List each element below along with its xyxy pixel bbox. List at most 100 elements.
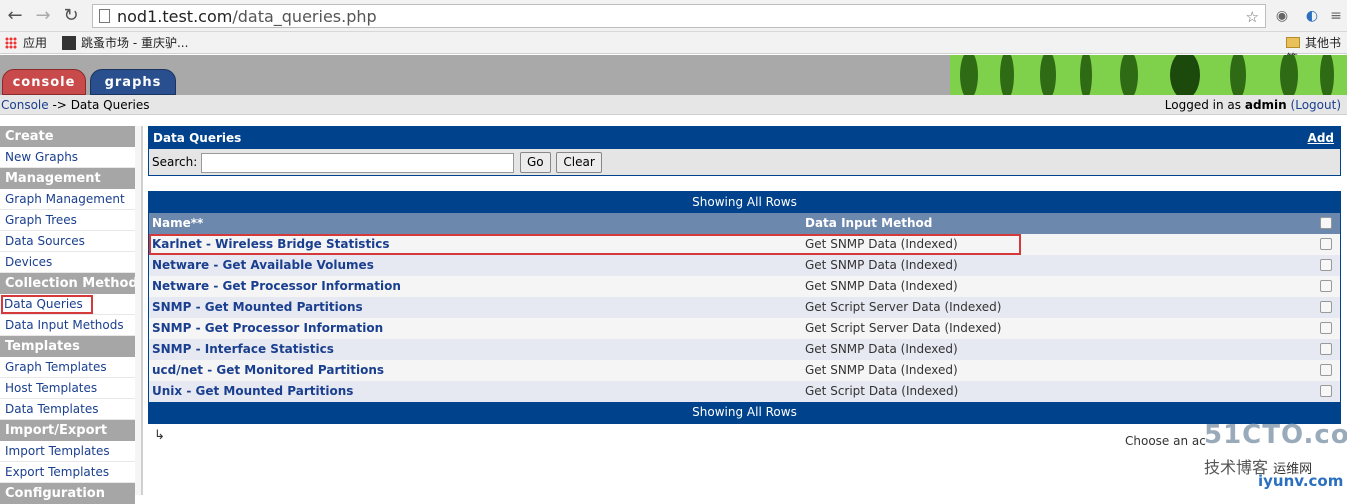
watermark: 51CTO.com 技术博客 运维网 iyunv.com bbox=[1200, 420, 1347, 495]
sidebar-item-data-sources[interactable]: Data Sources bbox=[0, 231, 135, 252]
sidebar-head-create: Create bbox=[0, 126, 135, 147]
sidebar-item-import-templates[interactable]: Import Templates bbox=[0, 441, 135, 462]
return-arrow-icon: ↳ bbox=[154, 428, 165, 443]
bookmark-label: 应用 bbox=[23, 36, 48, 50]
row-checkbox[interactable] bbox=[1320, 301, 1332, 313]
row-checkbox[interactable] bbox=[1320, 280, 1332, 292]
sidebar-head-collection-methods: Collection Methods bbox=[0, 273, 135, 294]
main-content: Data Queries Add Search: Go Clear Showin… bbox=[148, 126, 1341, 424]
sidebar-item-label: Data Queries bbox=[1, 295, 93, 314]
sidebar-head-management: Management bbox=[0, 168, 135, 189]
cactus-banner bbox=[950, 55, 1347, 95]
sidebar-item-graph-management[interactable]: Graph Management bbox=[0, 189, 135, 210]
sidebar-item-data-queries[interactable]: Data Queries bbox=[0, 294, 135, 315]
login-prefix: Logged in as bbox=[1164, 98, 1242, 112]
logout-link[interactable]: (Logout) bbox=[1291, 98, 1341, 112]
url-path: /data_queries.php bbox=[232, 7, 377, 26]
sidebar-item-data-input-methods[interactable]: Data Input Methods bbox=[0, 315, 135, 336]
bookmark-apps[interactable]: 应用 bbox=[5, 35, 47, 51]
watermark-site: iyunv.com bbox=[1258, 472, 1344, 490]
row-name-link[interactable]: SNMP - Interface Statistics bbox=[152, 339, 334, 360]
bookmark-label: 跳蚤市场 - 重庆驴... bbox=[81, 36, 189, 50]
choose-action-label: Choose an ac bbox=[1125, 434, 1206, 448]
add-link[interactable]: Add bbox=[1308, 127, 1334, 149]
extension-icon[interactable]: ◉ bbox=[1272, 6, 1292, 26]
row-checkbox[interactable] bbox=[1320, 259, 1332, 271]
filter-body: Search: Go Clear bbox=[149, 149, 1340, 175]
data-queries-table: Showing All Rows Name** Data Input Metho… bbox=[148, 191, 1341, 424]
sidebar-item-data-templates[interactable]: Data Templates bbox=[0, 399, 135, 420]
url-host: nod1.test.com bbox=[117, 7, 233, 26]
url-text: nod1.test.com/data_queries.php bbox=[117, 7, 377, 27]
login-status: Logged in as admin (Logout) bbox=[1165, 95, 1341, 115]
filter-header: Data Queries Add bbox=[149, 127, 1340, 149]
breadcrumb-console-link[interactable]: Console bbox=[1, 98, 49, 112]
row-name-link[interactable]: Netware - Get Processor Information bbox=[152, 276, 401, 297]
sidebar-head-templates: Templates bbox=[0, 336, 135, 357]
bookmark-item[interactable]: 跳蚤市场 - 重庆驴... bbox=[62, 35, 188, 51]
row-method: Get Script Server Data (Indexed) bbox=[805, 321, 1002, 335]
reload-icon[interactable]: ↻ bbox=[60, 5, 82, 27]
folder-icon bbox=[1286, 37, 1300, 48]
row-name-link[interactable]: Netware - Get Available Volumes bbox=[152, 255, 374, 276]
column-name-header[interactable]: Name** bbox=[152, 213, 203, 234]
row-checkbox[interactable] bbox=[1320, 364, 1332, 376]
go-button[interactable]: Go bbox=[519, 152, 551, 173]
row-checkbox[interactable] bbox=[1320, 238, 1332, 250]
row-name-link[interactable]: SNMP - Get Processor Information bbox=[152, 318, 383, 339]
sidebar-item-graph-templates[interactable]: Graph Templates bbox=[0, 357, 135, 378]
bookmarks-bar: 应用 跳蚤市场 - 重庆驴... 其他书签 bbox=[0, 32, 1347, 66]
search-label: Search: bbox=[152, 155, 198, 169]
sidebar: Create New Graphs Management Graph Manag… bbox=[0, 126, 143, 504]
menu-icon[interactable]: ≡ bbox=[1326, 6, 1346, 26]
sidebar-item-graph-trees[interactable]: Graph Trees bbox=[0, 210, 135, 231]
table-row: Netware - Get Processor Information Get … bbox=[149, 276, 1340, 297]
row-checkbox[interactable] bbox=[1320, 322, 1332, 334]
filter-panel: Data Queries Add Search: Go Clear bbox=[148, 126, 1341, 176]
breadcrumb-bar: Console -> Data Queries Logged in as adm… bbox=[0, 95, 1347, 115]
row-name-link[interactable]: SNMP - Get Mounted Partitions bbox=[152, 297, 363, 318]
table-row: Unix - Get Mounted Partitions Get Script… bbox=[149, 381, 1340, 402]
sidebar-item-host-templates[interactable]: Host Templates bbox=[0, 378, 135, 399]
page-title: Data Queries bbox=[153, 131, 242, 145]
sidebar-head-configuration: Configuration bbox=[0, 483, 135, 504]
watermark-big: 51CTO.com bbox=[1204, 420, 1347, 450]
row-checkbox[interactable] bbox=[1320, 385, 1332, 397]
highlight-box bbox=[149, 234, 1021, 255]
select-all-checkbox[interactable] bbox=[1320, 217, 1332, 229]
tab-graphs[interactable]: graphs bbox=[90, 69, 176, 95]
row-name-link[interactable]: Unix - Get Mounted Partitions bbox=[152, 381, 353, 402]
apps-grid-icon bbox=[5, 37, 17, 49]
row-name-link[interactable]: ucd/net - Get Monitored Partitions bbox=[152, 360, 384, 381]
sidebar-head-import-export: Import/Export bbox=[0, 420, 135, 441]
address-bar[interactable]: nod1.test.com/data_queries.php ☆ bbox=[92, 4, 1266, 28]
bookmark-star-icon[interactable]: ☆ bbox=[1246, 7, 1259, 27]
row-method: Get SNMP Data (Indexed) bbox=[805, 363, 958, 377]
breadcrumb: Console -> Data Queries bbox=[1, 95, 150, 115]
table-row: Netware - Get Available Volumes Get SNMP… bbox=[149, 255, 1340, 276]
column-method-header[interactable]: Data Input Method bbox=[805, 213, 932, 234]
sidebar-item-devices[interactable]: Devices bbox=[0, 252, 135, 273]
sidebar-item-export-templates[interactable]: Export Templates bbox=[0, 462, 135, 483]
sidebar-item-new-graphs[interactable]: New Graphs bbox=[0, 147, 135, 168]
breadcrumb-current: Data Queries bbox=[70, 98, 150, 112]
clear-button[interactable]: Clear bbox=[556, 152, 602, 173]
table-header: Name** Data Input Method bbox=[149, 213, 1340, 234]
browser-toolbar: ← → ↻ nod1.test.com/data_queries.php ☆ ◉… bbox=[0, 0, 1347, 32]
forward-icon[interactable]: → bbox=[32, 5, 54, 27]
table-row: SNMP - Get Processor Information Get Scr… bbox=[149, 318, 1340, 339]
cacti-header: console graphs bbox=[0, 55, 1347, 95]
search-input[interactable] bbox=[201, 152, 515, 173]
row-method: Get Script Server Data (Indexed) bbox=[805, 300, 1002, 314]
extension-shield-icon[interactable]: ◐ bbox=[1302, 6, 1322, 26]
showing-rows-top: Showing All Rows bbox=[149, 192, 1340, 213]
back-icon[interactable]: ← bbox=[4, 5, 26, 27]
row-method: Get Script Data (Indexed) bbox=[805, 384, 959, 398]
showing-rows-bottom: Showing All Rows bbox=[149, 402, 1340, 423]
table-row: SNMP - Interface Statistics Get SNMP Dat… bbox=[149, 339, 1340, 360]
row-method: Get SNMP Data (Indexed) bbox=[805, 342, 958, 356]
table-row: SNMP - Get Mounted Partitions Get Script… bbox=[149, 297, 1340, 318]
row-checkbox[interactable] bbox=[1320, 343, 1332, 355]
tab-console[interactable]: console bbox=[2, 69, 86, 95]
row-method: Get SNMP Data (Indexed) bbox=[805, 258, 958, 272]
